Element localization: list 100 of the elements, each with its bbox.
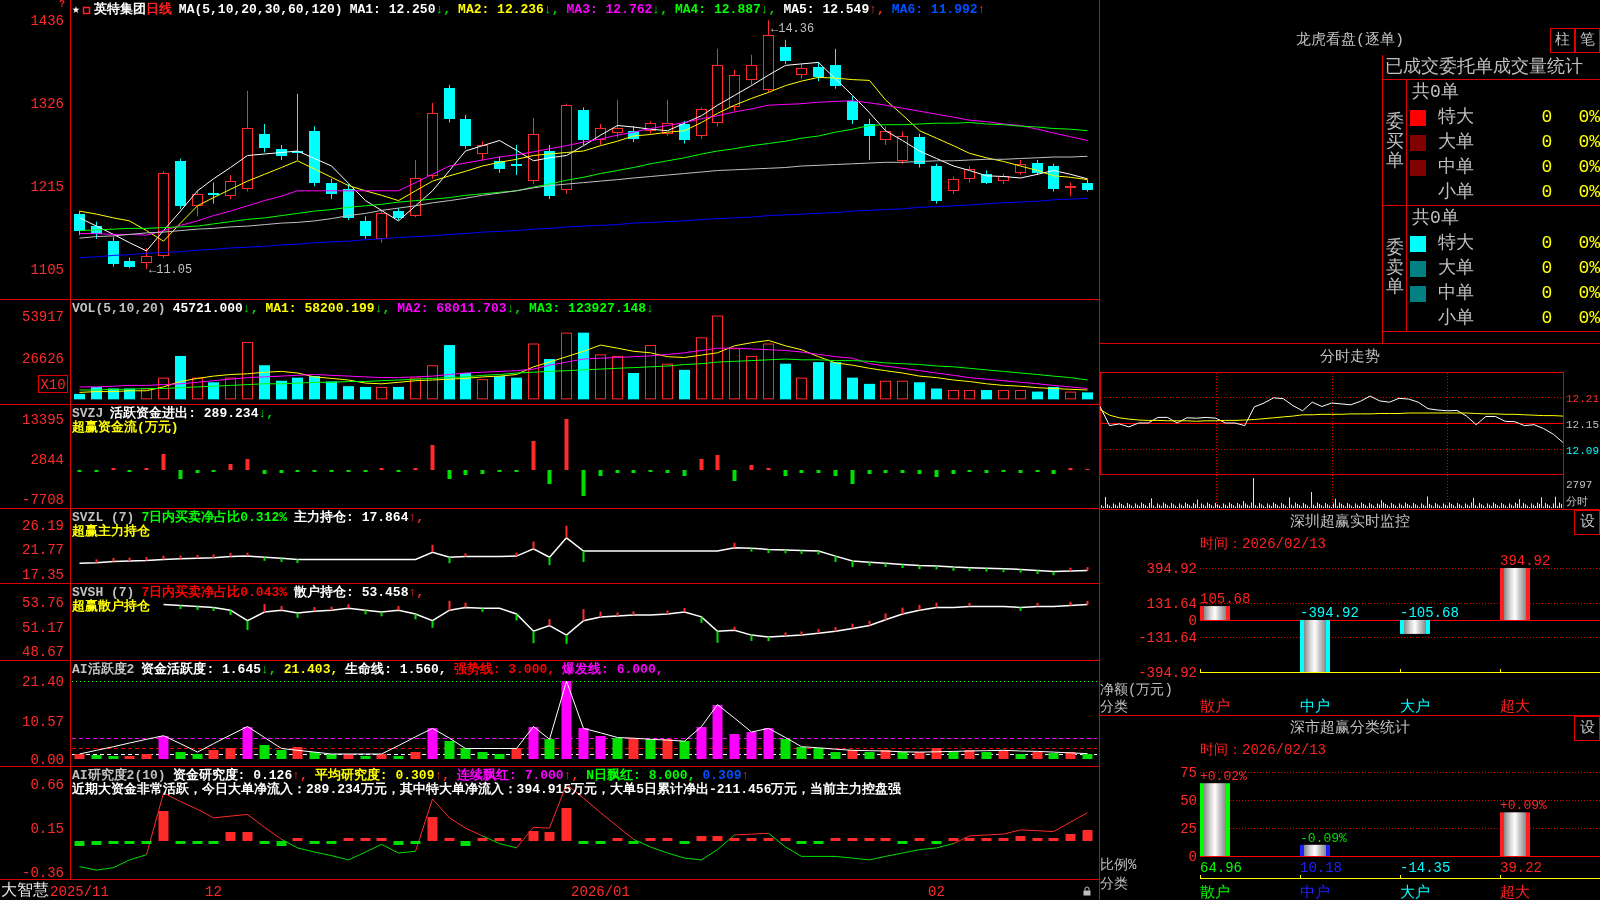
research-bar: [948, 838, 959, 841]
candle: [628, 125, 639, 143]
value-label: -14.35: [1400, 860, 1451, 876]
candle: [528, 117, 539, 185]
lock-icon: [1083, 886, 1091, 896]
research-bar: [662, 838, 673, 841]
date-label: 12: [205, 884, 222, 900]
change-marker: [330, 605, 333, 612]
research-bar: [645, 838, 656, 841]
research-bar: [914, 838, 925, 841]
order-share: 0%: [1577, 156, 1600, 179]
value-label: 105.68: [1200, 591, 1251, 608]
order-total: 共0单: [1411, 207, 1460, 230]
volume-bar: [998, 390, 1009, 400]
flow-bar: [715, 455, 720, 470]
order-share: 0%: [1577, 181, 1600, 204]
axis-label: 10.57: [22, 713, 64, 730]
activity-bar: [696, 727, 707, 759]
volume-bar: [326, 381, 337, 400]
change-marker: [196, 605, 199, 611]
activity-bar: [528, 727, 539, 759]
volume-bar: [662, 363, 673, 400]
candle: [460, 114, 471, 150]
candle: [124, 257, 135, 269]
category-label: 中户: [1300, 699, 1330, 715]
order-count: 0: [1540, 131, 1554, 154]
net-amount-bar: [1300, 620, 1330, 672]
legend-text: 平均研究度: 0.309: [314, 769, 435, 783]
research-bar: [696, 836, 707, 841]
activity-bar: [225, 748, 236, 759]
candle: [410, 159, 421, 218]
change-marker: [733, 541, 736, 549]
change-marker: [212, 553, 215, 559]
axis-label: 0: [1188, 613, 1197, 629]
activity-bar: [343, 754, 354, 759]
change-marker: [733, 625, 736, 632]
help-icon[interactable]: ?: [59, 0, 65, 9]
research-bar: [544, 832, 555, 841]
order-count: 0: [1540, 181, 1554, 204]
order-count: 0: [1540, 307, 1554, 330]
change-marker: [817, 628, 820, 635]
legend-text: MA1: 12.250: [349, 3, 436, 17]
flow-bar: [934, 470, 939, 477]
change-marker: [380, 611, 383, 618]
axis-label: 1105: [30, 261, 64, 278]
activity-bar: [326, 754, 337, 759]
legend-text: MA4: 12.887: [674, 3, 761, 17]
change-marker: [347, 603, 350, 610]
axis-label: 26.19: [22, 517, 64, 534]
research-bar: [712, 836, 723, 841]
flow-bar: [480, 470, 485, 474]
activity-bar: [444, 741, 455, 759]
legend-text: 近期大资金非常活跃，今日大单净流入：289.234万元，其中特大单净流入：394.915万元，大单5日累计净出-211.456万元，当前主力控盘强: [72, 783, 902, 797]
candle: [393, 207, 404, 221]
candle: [964, 165, 975, 184]
candle: [108, 236, 119, 268]
settings-button[interactable]: 设: [1574, 716, 1600, 741]
period-label: 日线: [145, 3, 172, 17]
research-bar: [242, 832, 253, 841]
change-marker: [1019, 606, 1022, 612]
settings-button[interactable]: 设: [1574, 510, 1600, 535]
activity-bar: [74, 754, 85, 759]
activity-bar: [376, 754, 387, 759]
change-marker: [364, 609, 367, 616]
flow-bar: [783, 470, 788, 476]
activity-bar: [1048, 753, 1059, 759]
change-marker: [515, 551, 518, 558]
activity-bar: [192, 754, 203, 759]
activity-bar: [276, 750, 287, 759]
axis-label: 53.76: [22, 595, 64, 611]
volume-bar: [477, 379, 488, 400]
volume-bar: [645, 345, 656, 400]
activity-bar: [544, 739, 555, 759]
volume-bar: [460, 373, 471, 400]
activity-bar: [628, 738, 639, 759]
change-marker: [548, 618, 551, 627]
trend-arrow: ↑,: [563, 769, 580, 783]
change-marker: [918, 564, 921, 571]
change-marker: [935, 601, 938, 609]
toggle-button[interactable]: 笔: [1575, 28, 1600, 53]
flow-bar: [1051, 470, 1056, 474]
trend-arrow: ↑,: [408, 511, 425, 525]
activity-bar: [1082, 754, 1093, 759]
research-bar: [141, 841, 152, 844]
change-marker: [767, 636, 770, 643]
order-count: 0: [1540, 232, 1554, 255]
volume-max-label: 2797: [1566, 479, 1593, 491]
flow-bar: [447, 470, 452, 479]
research-bar: [292, 838, 303, 841]
toggle-button[interactable]: 柱: [1550, 28, 1575, 53]
trend-arrow: ↑: [977, 3, 986, 17]
research-bar: [343, 838, 354, 841]
research-bar: [612, 838, 623, 841]
axis-label: -131.64: [1138, 630, 1197, 646]
candle: [998, 173, 1009, 185]
candle: [544, 144, 555, 200]
category-label: 超大: [1500, 699, 1530, 715]
change-marker: [246, 619, 249, 632]
research-bar: [376, 838, 387, 841]
volume-bar: [948, 390, 959, 400]
